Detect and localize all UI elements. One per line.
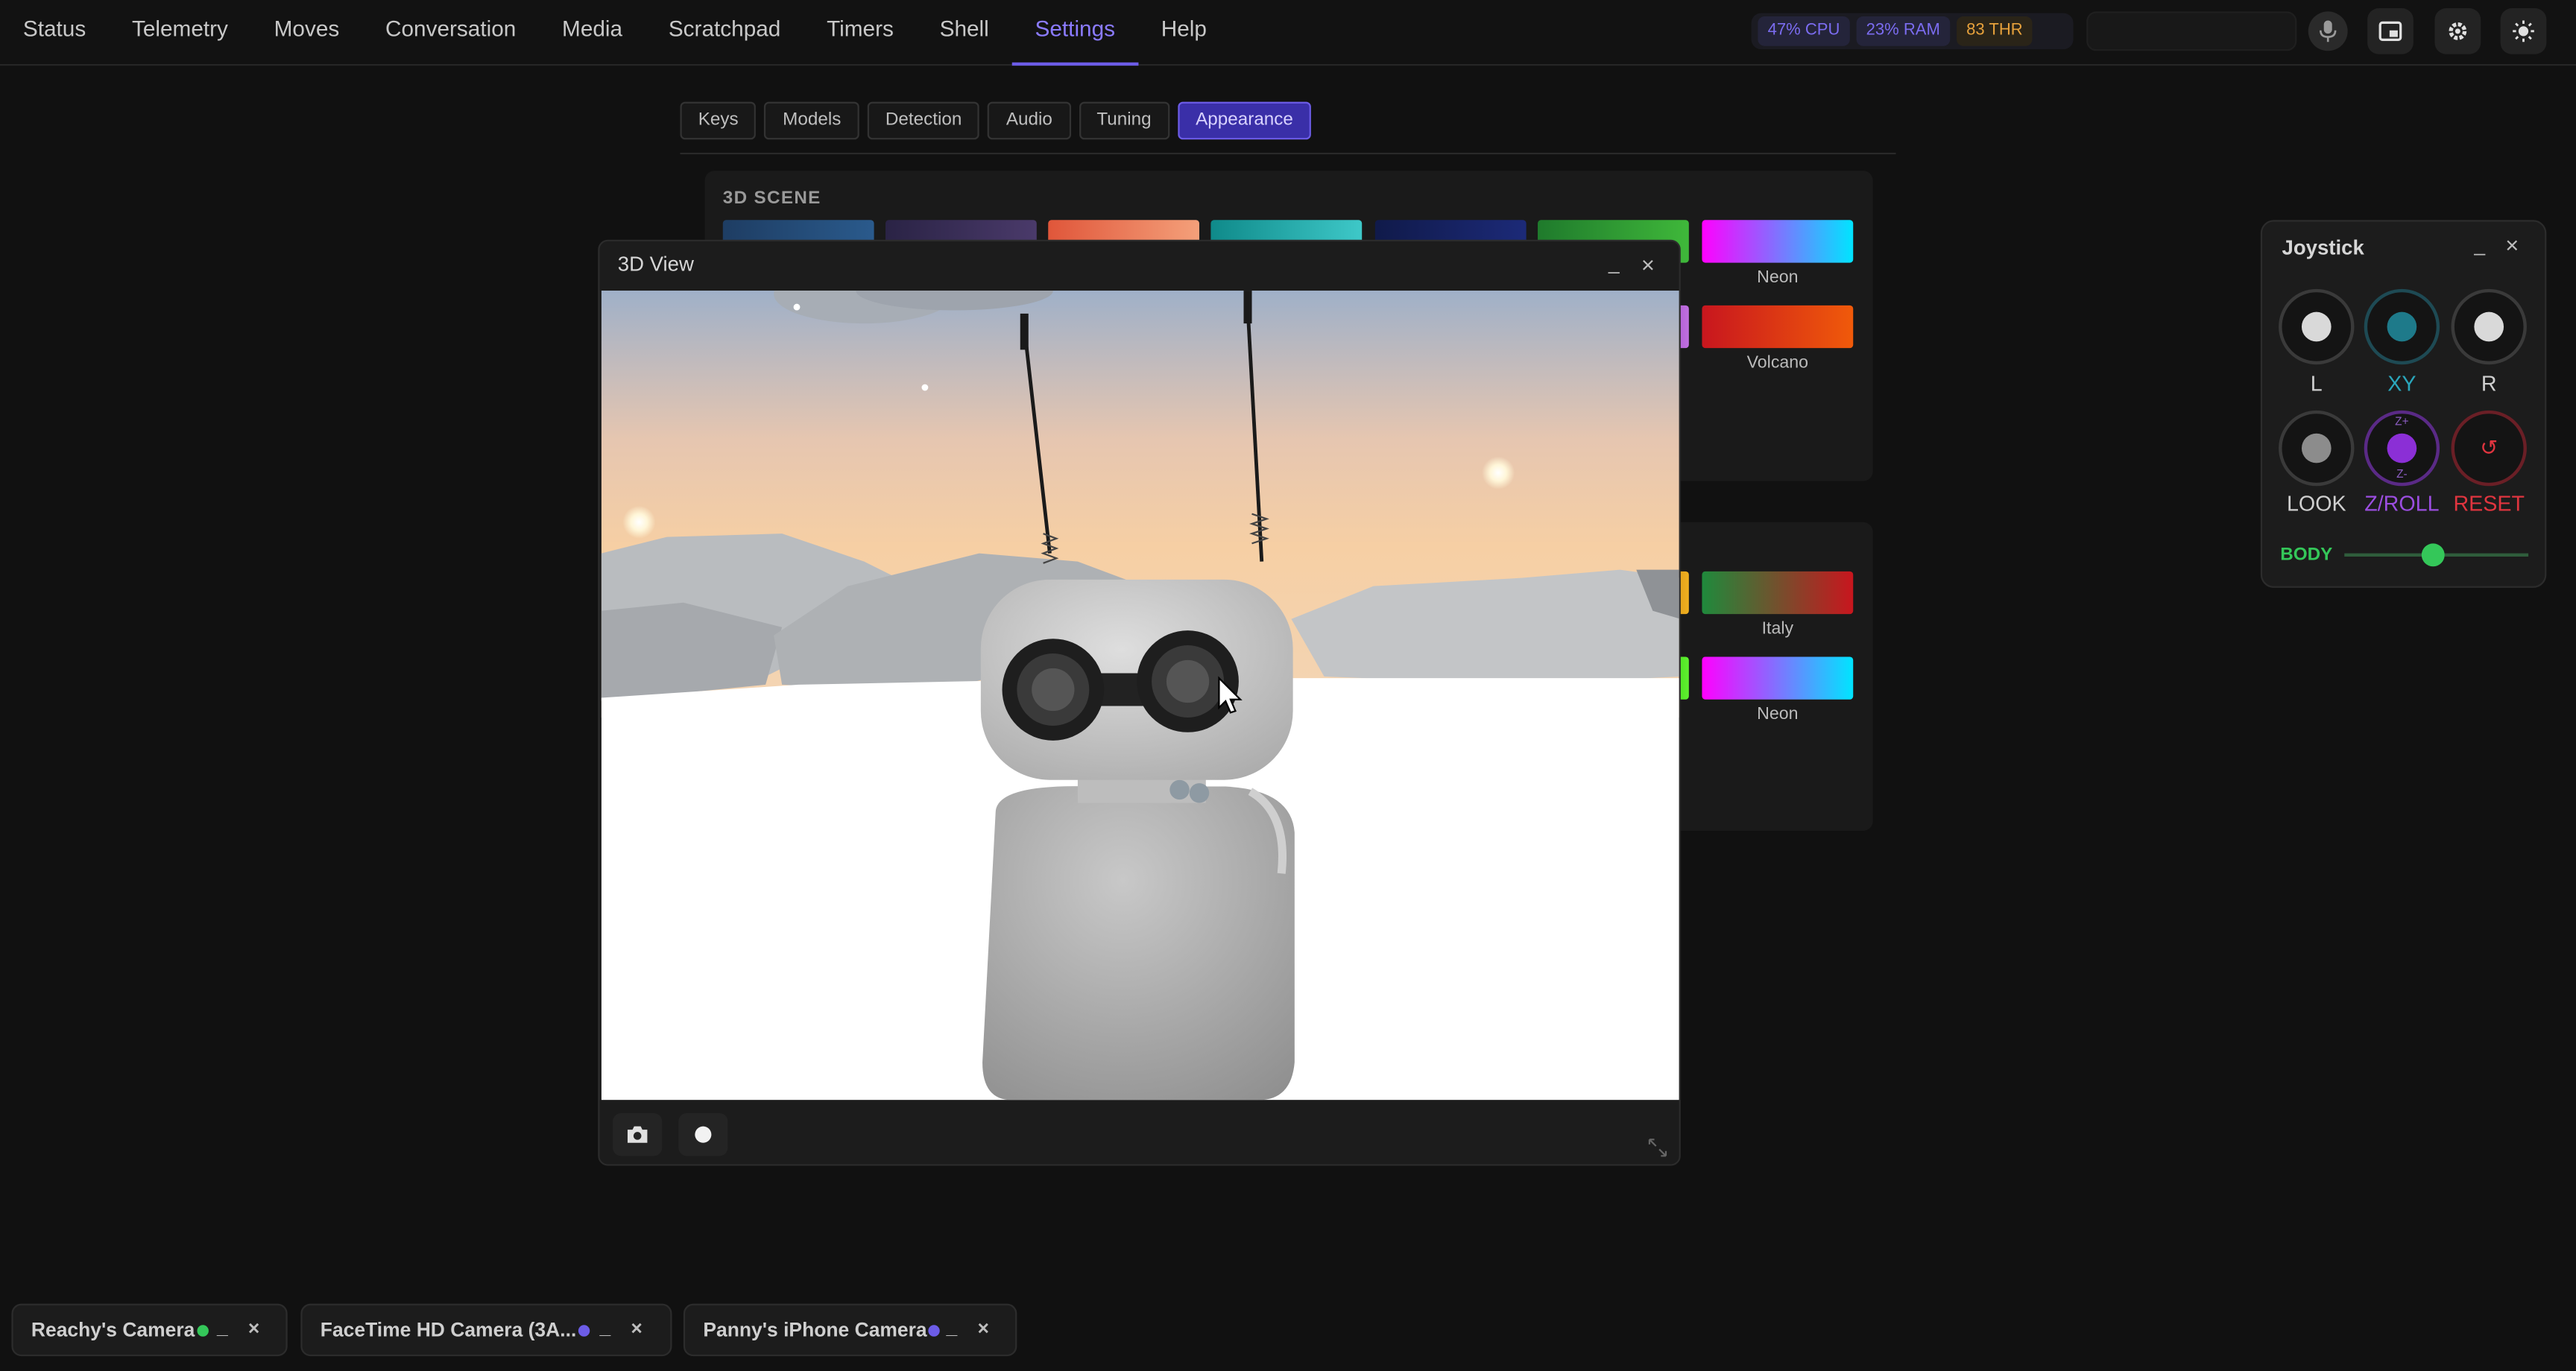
status-indicator xyxy=(928,1324,941,1336)
settings-button[interactable] xyxy=(2434,8,2481,54)
zroll-joystick-label: Z/ROLL xyxy=(2364,490,2440,516)
theme-toggle-button[interactable] xyxy=(2500,8,2547,54)
joystick-title: Joystick xyxy=(2282,236,2364,260)
tab-models[interactable]: Models xyxy=(764,101,859,140)
nav-media[interactable]: Media xyxy=(539,0,645,66)
camera-tab-label: Panny's iPhone Camera xyxy=(703,1318,927,1342)
tab-audio[interactable]: Audio xyxy=(988,101,1071,140)
record-icon xyxy=(695,1126,712,1143)
nav-telemetry[interactable]: Telemetry xyxy=(109,0,251,66)
joystick-panel: Joystick _ × L XY R LOOK Z+ Z- Z/ROLL ↺ … xyxy=(2260,220,2547,588)
minimize-button[interactable]: _ xyxy=(1609,251,1620,274)
nav-scratchpad[interactable]: Scratchpad xyxy=(645,0,804,66)
scene-swatch-neon[interactable] xyxy=(1702,220,1854,263)
main-nav: Status Telemetry Moves Conversation Medi… xyxy=(0,0,1230,66)
reset-button[interactable]: ↺ xyxy=(2451,410,2527,487)
pip-button[interactable] xyxy=(2367,8,2414,54)
reset-icon: ↺ xyxy=(2480,434,2498,460)
tab-appearance[interactable]: Appearance xyxy=(1177,101,1312,140)
nav-conversation[interactable]: Conversation xyxy=(362,0,539,66)
3d-view-footer xyxy=(599,1100,1679,1165)
left-joystick-label: L xyxy=(2310,371,2323,396)
swatch-label: Neon xyxy=(1757,704,1799,724)
camera-icon xyxy=(627,1126,648,1143)
scene-panel-title: 3D SCENE xyxy=(722,189,821,209)
zroll-joystick[interactable]: Z+ Z- xyxy=(2364,410,2440,487)
3d-view-title: 3D View xyxy=(617,253,694,276)
minimize-button[interactable]: _ xyxy=(217,1315,228,1338)
top-bar: Status Telemetry Moves Conversation Medi… xyxy=(0,0,2576,66)
body-slider-label: BODY xyxy=(2280,545,2333,566)
joystick-thumb[interactable] xyxy=(2474,311,2504,342)
ui-swatch-italy[interactable] xyxy=(1702,571,1854,615)
nav-shell[interactable]: Shell xyxy=(917,0,1012,66)
swatch-label: Neon xyxy=(1757,267,1799,288)
look-joystick[interactable] xyxy=(2279,410,2355,487)
app-root: Status Telemetry Moves Conversation Medi… xyxy=(0,0,2576,1371)
status-indicator xyxy=(196,1324,209,1336)
tab-keys[interactable]: Keys xyxy=(680,101,757,140)
joystick-minimize-button[interactable]: _ xyxy=(2474,233,2485,256)
camera-tab-label: Reachy's Camera xyxy=(31,1318,195,1342)
joystick-thumb[interactable] xyxy=(2301,311,2332,342)
left-joystick[interactable] xyxy=(2279,288,2355,365)
picture-in-picture-icon xyxy=(2378,21,2402,42)
right-joystick-label: R xyxy=(2481,371,2497,396)
swatch-label: Italy xyxy=(1761,618,1794,639)
snapshot-button[interactable] xyxy=(613,1113,663,1156)
resize-handle-icon[interactable] xyxy=(1648,1138,1667,1157)
system-stats: 47% CPU 23% RAM 83 THR xyxy=(1751,13,2074,50)
tab-tuning[interactable]: Tuning xyxy=(1079,101,1169,140)
joystick-thumb[interactable] xyxy=(2301,433,2332,463)
top-search-field[interactable] xyxy=(2086,11,2297,51)
ram-badge: 23% RAM xyxy=(1856,16,1951,46)
nav-help[interactable]: Help xyxy=(1138,0,1230,66)
right-joystick[interactable] xyxy=(2451,288,2527,365)
robot-scene xyxy=(601,291,1679,1101)
tab-detection[interactable]: Detection xyxy=(867,101,980,140)
body-slider-thumb[interactable] xyxy=(2421,543,2445,567)
tabs-divider xyxy=(680,152,1896,155)
scene-swatch-volcano[interactable] xyxy=(1702,305,1854,349)
3d-view-window[interactable]: 3D View _ × xyxy=(598,239,1681,1166)
camera-tab-facetime[interactable]: FaceTime HD Camera (3A... _ × xyxy=(300,1303,672,1357)
ui-swatch-neon[interactable] xyxy=(1702,656,1854,700)
xy-joystick-label: XY xyxy=(2387,371,2416,396)
settings-tabs: Keys Models Detection Audio Tuning Appea… xyxy=(680,101,1312,140)
joystick-close-button[interactable]: × xyxy=(2505,232,2519,258)
xy-joystick[interactable] xyxy=(2364,288,2440,365)
joystick-thumb[interactable] xyxy=(2387,311,2417,342)
nav-timers[interactable]: Timers xyxy=(804,0,917,66)
minimize-button[interactable]: _ xyxy=(599,1315,610,1338)
z-plus-label: Z+ xyxy=(2395,417,2409,429)
sun-icon xyxy=(2513,20,2534,42)
nav-settings[interactable]: Settings xyxy=(1011,0,1138,66)
close-button[interactable]: × xyxy=(977,1317,988,1340)
look-joystick-label: LOOK xyxy=(2286,490,2346,516)
camera-tab-label: FaceTime HD Camera (3A... xyxy=(320,1318,577,1342)
close-button[interactable]: × xyxy=(248,1317,259,1340)
close-button[interactable]: × xyxy=(1641,251,1655,277)
z-minus-label: Z- xyxy=(2396,469,2408,481)
nav-moves[interactable]: Moves xyxy=(251,0,362,66)
nav-status[interactable]: Status xyxy=(0,0,109,66)
reset-label: RESET xyxy=(2453,490,2525,516)
close-button[interactable]: × xyxy=(631,1317,642,1340)
joystick-thumb[interactable] xyxy=(2387,433,2417,463)
status-indicator xyxy=(578,1324,590,1336)
microphone-button[interactable] xyxy=(2308,11,2348,51)
camera-tab-iphone[interactable]: Panny's iPhone Camera _ × xyxy=(683,1303,1017,1357)
3d-viewport[interactable] xyxy=(601,291,1679,1101)
microphone-icon xyxy=(2319,20,2337,42)
swatch-label: Volcano xyxy=(1746,352,1809,373)
gear-icon xyxy=(2449,22,2467,40)
minimize-button[interactable]: _ xyxy=(947,1315,958,1338)
cpu-badge: 47% CPU xyxy=(1758,16,1850,46)
camera-tab-reachy[interactable]: Reachy's Camera _ × xyxy=(11,1303,288,1357)
record-button[interactable] xyxy=(678,1113,728,1156)
threads-badge: 83 THR xyxy=(1956,16,2033,46)
